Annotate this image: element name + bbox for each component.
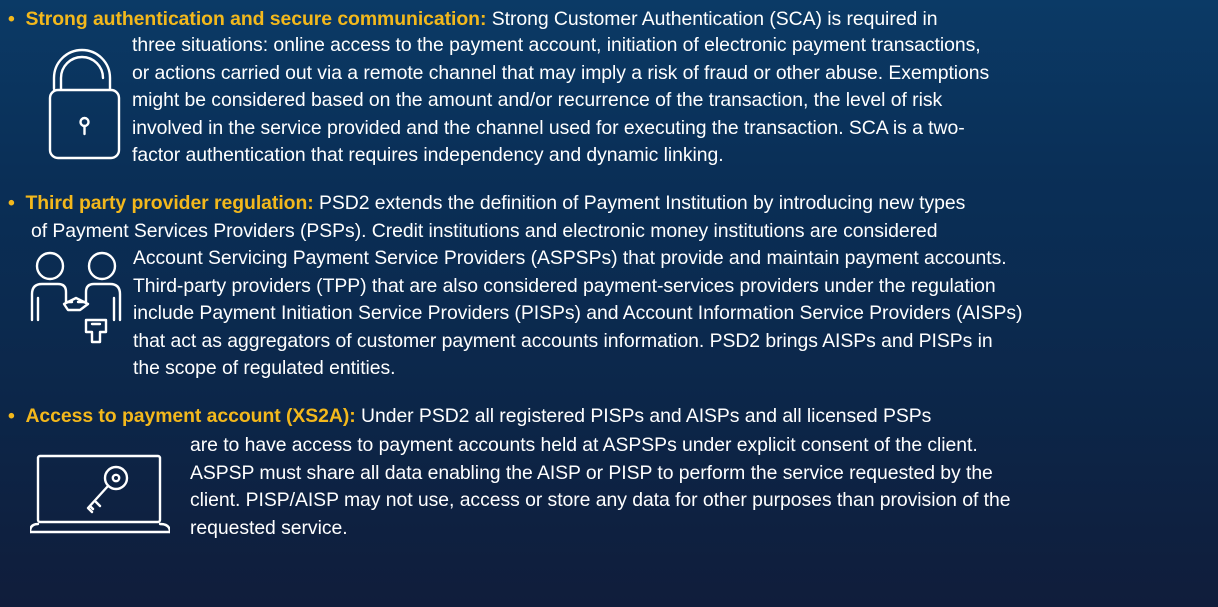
body-text: Account Servicing Payment Service Provid… xyxy=(133,247,1007,269)
bullet: • xyxy=(8,192,15,214)
section-heading-line: • Third party provider regulation: PSD2 … xyxy=(8,190,965,216)
body-text: include Payment Initiation Service Provi… xyxy=(133,302,1023,324)
body-text: or actions carried out via a remote chan… xyxy=(132,62,990,84)
body-text: PSD2 extends the definition of Payment I… xyxy=(319,192,966,214)
body-text: requested service. xyxy=(190,517,348,539)
body-text: the scope of regulated entities. xyxy=(133,357,396,379)
body-text: Under PSD2 all registered PISPs and AISP… xyxy=(361,405,932,427)
section-title: Strong authentication and secure communi… xyxy=(25,8,487,30)
body-text: Third-party providers (TPP) that are als… xyxy=(133,275,996,297)
body-text: client. PISP/AISP may not use, access or… xyxy=(190,489,1011,511)
bullet: • xyxy=(8,8,15,30)
padlock-icon xyxy=(48,44,124,160)
body-text: Strong Customer Authentication (SCA) is … xyxy=(491,8,938,30)
body-text: three situations: online access to the p… xyxy=(132,34,981,56)
bullet: • xyxy=(8,405,15,427)
section-title: Third party provider regulation: xyxy=(25,192,314,214)
body-text: of Payment Services Providers (PSPs). Cr… xyxy=(31,220,938,242)
body-text: involved in the service provided and the… xyxy=(132,117,965,139)
section-heading-line: • Strong authentication and secure commu… xyxy=(8,6,938,32)
body-text: might be considered based on the amount … xyxy=(132,89,943,111)
body-text: are to have access to payment accounts h… xyxy=(190,434,978,456)
section-heading-line: • Access to payment account (XS2A): Unde… xyxy=(8,403,931,429)
section-title: Access to payment account (XS2A): xyxy=(25,405,356,427)
handshake-icon xyxy=(24,248,128,344)
laptop-key-icon xyxy=(30,446,170,536)
body-text: that act as aggregators of customer paym… xyxy=(133,330,993,352)
body-text: ASPSP must share all data enabling the A… xyxy=(190,462,993,484)
body-text: factor authentication that requires inde… xyxy=(132,144,724,166)
